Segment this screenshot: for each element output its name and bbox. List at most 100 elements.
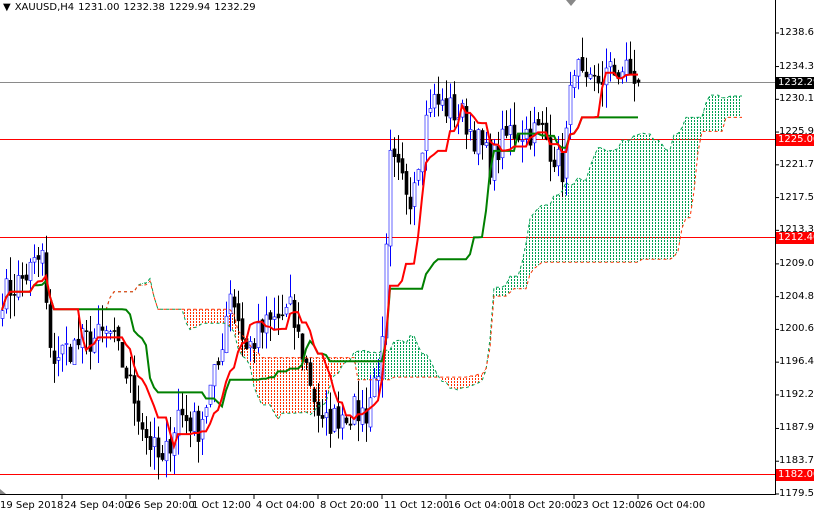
cloud-bearish-segment [186, 309, 190, 330]
candle-body [128, 374, 133, 377]
candle-body [136, 400, 141, 422]
price-axis-label: 1183.70 [779, 455, 814, 467]
cloud-bullish-segment [630, 135, 634, 263]
cloud-bullish-segment [670, 134, 674, 260]
cloud-bullish-segment [554, 195, 558, 263]
candle-body [352, 396, 357, 425]
cloud-bullish-segment [690, 117, 694, 218]
candle-body [492, 143, 497, 181]
triangle-down-icon[interactable]: ▼ [3, 2, 11, 13]
candle-body [104, 330, 109, 334]
cloud-bearish-segment [210, 309, 214, 324]
cloud-bullish-segment [402, 340, 406, 378]
candle-body [32, 257, 37, 263]
candle-body [188, 417, 193, 432]
cloud-bullish-segment [606, 150, 610, 263]
price-axis-label: 1196.40 [779, 356, 814, 368]
candle-body [332, 408, 337, 432]
cloud-bullish-segment [738, 96, 742, 118]
cloud-bearish-segment [286, 357, 290, 414]
price-chart[interactable] [0, 0, 814, 514]
candle-body [40, 250, 45, 264]
candle-body [452, 94, 457, 121]
candle-body [444, 98, 449, 117]
candle-body [20, 275, 25, 279]
cloud-bullish-segment [522, 243, 526, 289]
price-axis-label: 1230.10 [779, 93, 814, 105]
candle-body [252, 343, 257, 349]
cloud-bearish-segment [282, 357, 286, 414]
candle-body [108, 331, 113, 334]
cloud-bearish-segment [450, 377, 454, 389]
cloud-bullish-segment [590, 156, 594, 263]
cloud-bullish-segment [518, 262, 522, 289]
cloud-bullish-segment [710, 95, 714, 132]
candle-body [540, 122, 545, 125]
candle-body [560, 152, 565, 183]
scroll-marker-icon [0, 489, 6, 494]
candle-body [608, 61, 613, 68]
cloud-bullish-segment [734, 96, 738, 118]
cloud-bearish-segment [466, 375, 470, 388]
candle-body [216, 361, 221, 366]
time-axis-label: 1 Oct 12:00 [192, 500, 251, 511]
candle-body [360, 407, 365, 425]
cloud-bullish-segment [494, 287, 498, 297]
candle-body [24, 274, 29, 281]
candle-body [100, 326, 105, 331]
cloud-bullish-segment [642, 133, 646, 260]
candle-body [476, 129, 481, 155]
candle-body [236, 303, 241, 322]
candle-body [592, 74, 597, 77]
candle-body [400, 158, 405, 174]
cloud-bearish-segment [478, 374, 482, 384]
cloud-bullish-segment [386, 350, 390, 380]
cloud-bullish-segment [650, 133, 654, 260]
cloud-bullish-segment [610, 150, 614, 263]
candle-body [204, 407, 209, 417]
price-axis-label: 1187.90 [779, 422, 814, 434]
candle-body [328, 408, 333, 434]
time-axis-label: 26 Sep 20:00 [128, 500, 195, 511]
cloud-bearish-segment [194, 309, 198, 328]
cloud-bearish-segment [278, 357, 282, 420]
price-axis-label: 1200.60 [779, 323, 814, 335]
candle-body [304, 358, 309, 363]
cloud-bullish-segment [594, 147, 598, 263]
cloud-bullish-segment [430, 360, 434, 378]
cloud-bearish-segment [202, 309, 206, 324]
price-level-tag: 1212.40 [776, 231, 814, 244]
cloud-bullish-segment [622, 140, 626, 263]
candle-body [580, 57, 585, 71]
cloud-bullish-segment [582, 180, 586, 263]
high-price: 1232.38 [123, 2, 165, 13]
candle-body [416, 169, 421, 181]
candle-body [200, 419, 205, 440]
cloud-bullish-segment [498, 287, 502, 297]
cloud-bullish-segment [702, 102, 706, 132]
candle-body [344, 417, 349, 424]
cloud-bullish-segment [362, 350, 366, 380]
cloud-bullish-segment [586, 166, 590, 263]
candle-body [0, 310, 5, 319]
price-axis-label: 1179.50 [779, 487, 814, 499]
candle-body [284, 307, 289, 315]
candle-body [432, 94, 437, 109]
candle-body [272, 316, 277, 320]
candle-body [512, 124, 517, 139]
cloud-bullish-segment [510, 276, 514, 293]
cloud-bullish-segment [662, 144, 666, 260]
cloud-bullish-segment [714, 95, 718, 132]
candle-body [316, 401, 321, 416]
candle-body [148, 436, 153, 450]
cloud-bullish-segment [514, 276, 518, 289]
candle-body [72, 339, 77, 366]
cloud-bearish-segment [454, 377, 458, 391]
candle-body [256, 322, 261, 348]
candle-body [176, 409, 181, 437]
candle-body [552, 159, 557, 168]
cloud-bullish-segment [390, 341, 394, 380]
candle-body [584, 71, 589, 78]
cloud-bullish-segment [538, 205, 542, 266]
time-axis-label: 4 Oct 04:00 [256, 500, 315, 511]
